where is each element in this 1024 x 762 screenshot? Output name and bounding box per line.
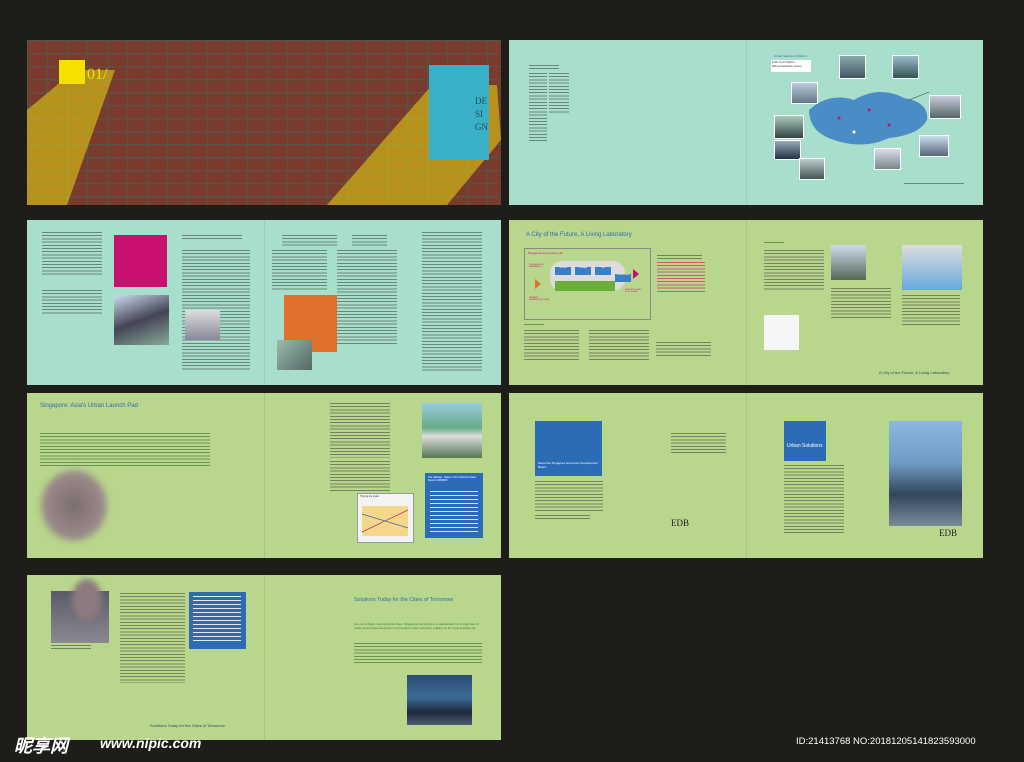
map-photo-1 [839, 55, 866, 79]
map-photo-3 [791, 82, 818, 104]
design-letters: DE SI GN [475, 96, 488, 132]
map-photo-9 [799, 158, 825, 180]
map-spread: Urban Solutions Platform Public Sector P… [509, 40, 983, 205]
cable-photo [902, 245, 962, 290]
city-night-photo [407, 675, 472, 725]
yellow-square [59, 60, 85, 84]
spread5-title: Singapore: Asia's Urban Launch Pad [40, 403, 138, 409]
quote-box-blue [189, 592, 246, 649]
portrait-face-blur [72, 579, 102, 621]
diagram-green-bar [555, 281, 615, 291]
spread-3 [27, 220, 501, 385]
urban-solutions-box: Urban Solutions [784, 421, 826, 461]
diagram-box-3: Pilot [595, 267, 611, 275]
diagram-left-top: TECHNOLOGY RESEARCH [529, 264, 545, 268]
un-habitat-box: UN Habitat - State of the World's Cities… [425, 473, 483, 538]
quote-box-magenta [114, 235, 167, 287]
building-photo [277, 340, 312, 370]
spread7-title: Solutions Today for the Cities of Tomorr… [354, 597, 454, 603]
map-photo-6 [774, 140, 801, 160]
living-lab-title: Singapore as a Living Lab [528, 251, 563, 255]
cover-spread: 01/ DE SI GN [27, 40, 501, 205]
map-photo-4 [929, 95, 961, 119]
map-photo-5 [774, 115, 804, 139]
diagram-box-2: Prototype [575, 267, 591, 275]
tipping-chart: Tipping the scale [357, 493, 414, 543]
living-lab-box: Singapore as a Living Lab TECHNOLOGY RES… [524, 248, 651, 320]
diagram-left-bottom: PRIVATE INFRASTRUCTURE [529, 297, 550, 301]
spread7-intro: As one of Asia's most dynamic cities, Si… [354, 622, 479, 631]
watermark-logo: 昵享网 [14, 736, 68, 757]
spread-7: Solutions Today for the Cities of Tomorr… [27, 575, 501, 740]
map-photo-8 [874, 148, 901, 170]
cover-number: 01/ [87, 66, 108, 83]
spread-5: Singapore: Asia's Urban Launch Pad Tippi… [27, 393, 501, 558]
diagram-right: EXPORT & SELL SOLUTIONS [625, 289, 642, 293]
spread4-title: A City of the Future, A Living Laborator… [526, 232, 632, 238]
urban-solutions-title: Urban Solutions [787, 443, 823, 449]
train-photo [422, 403, 482, 458]
un-box-title: UN Habitat - State of the World's Cities… [428, 475, 477, 483]
spread-4: A City of the Future, A Living Laborator… [509, 220, 983, 385]
edb-logo-right: EDB [939, 528, 957, 538]
edb-about-box: About the Singapore Economic Development… [535, 421, 602, 476]
diagram-arrow-left [535, 279, 541, 289]
skyline-photo [889, 421, 962, 526]
spread-6: About the Singapore Economic Development… [509, 393, 983, 558]
edb-logo-left: EDB [671, 518, 689, 528]
edb-about-title: About the Singapore Economic Development… [538, 461, 598, 469]
map-photo-7 [919, 135, 949, 157]
diagram-box-1: Test Bed [555, 267, 571, 275]
blurred-portrait [39, 468, 109, 543]
spread4-footer: A City of the Future, A Living Laborator… [879, 370, 950, 375]
diagram-arrow-right [633, 269, 639, 279]
map-photo-2 [892, 55, 919, 79]
scooter-photo [764, 315, 799, 350]
car-photo [114, 295, 169, 345]
roof-photo [185, 310, 220, 340]
solar-photo [831, 245, 866, 280]
diagram-box-4: Commercialise [615, 274, 631, 282]
watermark-url: www.nipic.com [100, 735, 202, 751]
watermark-id: ID:21413768 NO:20181205141823593000 [796, 736, 976, 747]
spread7-footer: Solutions Today for the Cities of Tomorr… [150, 723, 225, 728]
